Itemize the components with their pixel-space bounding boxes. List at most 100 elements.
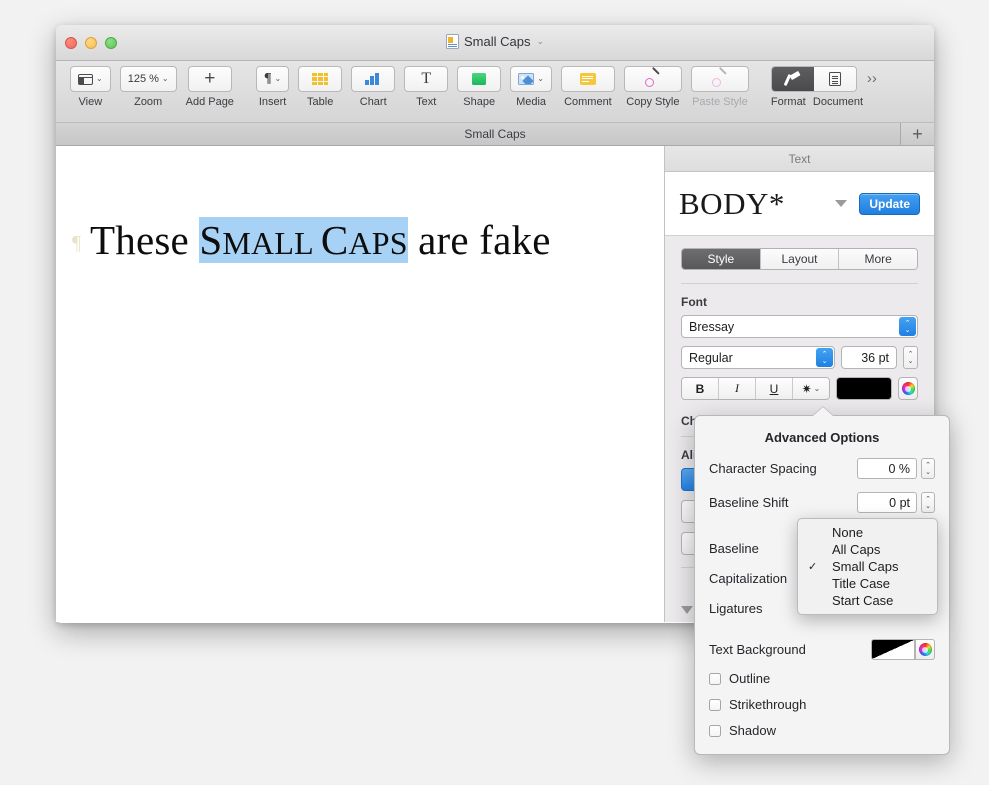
tab-layout[interactable]: Layout (759, 249, 839, 269)
toolbar-label-shape: Shape (463, 96, 496, 108)
color-wheel-icon (918, 643, 932, 656)
shadow-row[interactable]: Shadow (695, 723, 949, 738)
window-title-group: Small Caps ⌄ (56, 34, 934, 49)
italic-button[interactable]: I (718, 378, 755, 399)
toolbar-item-view[interactable]: ⌄ View (70, 66, 111, 108)
text-background-label: Text Background (709, 642, 806, 657)
paragraph-mark-icon: ¶ (72, 232, 82, 254)
baseline-shift-stepper-icon[interactable]: ⌃ ⌄ (921, 492, 935, 513)
doc-text-highlight-mall: MALL (222, 225, 321, 261)
format-document-segmented[interactable] (770, 66, 857, 92)
menu-item-all-caps[interactable]: All Caps (798, 541, 937, 558)
outline-checkbox[interactable] (709, 672, 721, 685)
strikethrough-row[interactable]: Strikethrough (695, 697, 949, 712)
menu-item-start-case[interactable]: Start Case (798, 592, 937, 609)
doc-text-highlight-s: S (199, 217, 223, 263)
font-family-stepper-icon[interactable]: ⌃ ⌄ (899, 317, 916, 336)
toolbar-label-paste-style: Paste Style (692, 96, 748, 108)
font-style-buttons[interactable]: B I U ✷ ⌄ (681, 377, 830, 400)
outline-label: Outline (729, 671, 771, 686)
update-style-button[interactable]: Update (859, 192, 920, 215)
chevron-down-icon: ⌄ (813, 383, 821, 393)
doc-text-highlight-c: C (320, 217, 349, 263)
font-weight-value: Regular (689, 350, 733, 365)
toolbar-item-comment[interactable]: Comment (560, 66, 615, 108)
paragraph-style-name: BODY* (679, 185, 785, 221)
toolbar-item-table[interactable]: Table (298, 66, 343, 108)
inspector-scroll-down-icon[interactable] (681, 606, 693, 614)
font-weight-stepper-icon[interactable]: ⌃ ⌄ (816, 348, 833, 367)
font-family-select[interactable]: Bressay ⌃ ⌄ (681, 315, 918, 338)
font-size-stepper-icon[interactable]: ⌃ ⌄ (903, 346, 918, 369)
comment-note-icon (579, 73, 596, 85)
menu-item-small-caps[interactable]: ✓ Small Caps (798, 558, 937, 575)
toolbar-item-chart[interactable]: Chart (351, 66, 396, 108)
pages-document-icon (445, 34, 459, 49)
strikethrough-checkbox[interactable] (709, 698, 721, 711)
text-color-swatch[interactable] (836, 377, 892, 400)
menu-item-start-case-label: Start Case (832, 593, 894, 608)
toolbar-overflow-button[interactable]: ›› (867, 70, 877, 87)
tab-style[interactable]: Style (682, 249, 760, 269)
toolbar-item-shape[interactable]: Shape (457, 66, 502, 108)
checkmark-icon: ✓ (808, 561, 818, 573)
pilcrow-icon: ¶ (263, 71, 272, 86)
toolbar-item-add-page[interactable]: + Add Page (186, 66, 234, 108)
toolbar-label-text: Text (416, 96, 437, 108)
document-text[interactable]: These SMALL CAPS are fake (90, 216, 551, 264)
font-family-value: Bressay (689, 319, 735, 334)
font-weight-select[interactable]: Regular ⌃ ⌄ (681, 346, 835, 369)
character-spacing-input[interactable]: 0 % (857, 458, 917, 479)
gear-icon: ✷ (801, 381, 812, 396)
chevron-down-icon[interactable]: ⌄ (536, 36, 544, 47)
toolbar-label-media: Media (516, 96, 547, 108)
baseline-shift-row: Baseline Shift 0 pt ⌃ ⌄ (695, 492, 949, 513)
menu-item-none-label: None (832, 525, 864, 540)
toolbar-item-zoom[interactable]: 125 % ⌄ Zoom (119, 66, 177, 108)
format-button[interactable] (771, 67, 814, 91)
font-section-label: Font (681, 295, 707, 309)
add-tab-button[interactable]: + (900, 123, 934, 145)
menu-item-all-caps-label: All Caps (832, 542, 881, 557)
toolbar-item-insert[interactable]: ¶ ⌄ Insert (255, 66, 290, 108)
baseline-shift-input[interactable]: 0 pt (857, 492, 917, 513)
toolbar-label-comment: Comment (564, 96, 612, 108)
menu-item-none[interactable]: None (798, 524, 937, 541)
inspector-tabs[interactable]: Style Layout More (681, 248, 918, 270)
toolbar-label-document: Document (812, 96, 864, 108)
style-dropdown-icon[interactable] (835, 200, 848, 207)
font-format-row: B I U ✷ ⌄ (681, 377, 918, 400)
text-background-row: Text Background (695, 639, 949, 660)
color-wheel-button[interactable] (898, 377, 918, 400)
doc-text-after: are fake (407, 217, 551, 263)
shadow-checkbox[interactable] (709, 724, 721, 737)
doc-text-highlight-aps: APS (348, 225, 408, 261)
doc-text-before: These (90, 217, 200, 263)
document-canvas[interactable]: ¶ These SMALL CAPS are fake (56, 146, 664, 622)
advanced-options-gear-button[interactable]: ✷ ⌄ (792, 378, 829, 399)
underline-button[interactable]: U (755, 378, 792, 399)
menu-item-title-case[interactable]: Title Case (798, 575, 937, 592)
character-spacing-stepper-icon[interactable]: ⌃ ⌄ (921, 458, 935, 479)
tab-small-caps[interactable]: Small Caps (464, 127, 525, 141)
tab-more[interactable]: More (838, 249, 917, 269)
toolbar-item-media[interactable]: ⌄ Media (510, 66, 552, 108)
bold-button[interactable]: B (682, 378, 718, 399)
document-button[interactable] (813, 67, 856, 91)
outline-row[interactable]: Outline (695, 671, 949, 686)
toolbar-item-copy-style[interactable]: Copy Style (623, 66, 682, 108)
toolbar: ⌄ View 125 % ⌄ Zoom + Add Page ¶ ⌄ Insert … (56, 61, 934, 123)
text-t-icon: T (421, 70, 432, 87)
text-background-color-wheel-button[interactable] (915, 639, 935, 660)
media-photo-icon (518, 73, 535, 85)
shape-icon (472, 73, 487, 85)
chevron-down-icon: ⌄ (537, 74, 544, 83)
font-size-input[interactable]: 36 pt (841, 346, 897, 369)
font-weight-size-row: Regular ⌃ ⌄ 36 pt ⌃ ⌄ (681, 346, 918, 377)
toolbar-item-text[interactable]: T Text (404, 66, 449, 108)
text-background-swatch[interactable] (871, 639, 915, 660)
popover-arrow (813, 407, 833, 416)
toolbar-item-paste-style: Paste Style (690, 66, 749, 108)
eyedropper-icon (645, 66, 661, 87)
capitalization-dropdown-menu[interactable]: None All Caps ✓ Small Caps Title Case Sta… (797, 518, 938, 615)
